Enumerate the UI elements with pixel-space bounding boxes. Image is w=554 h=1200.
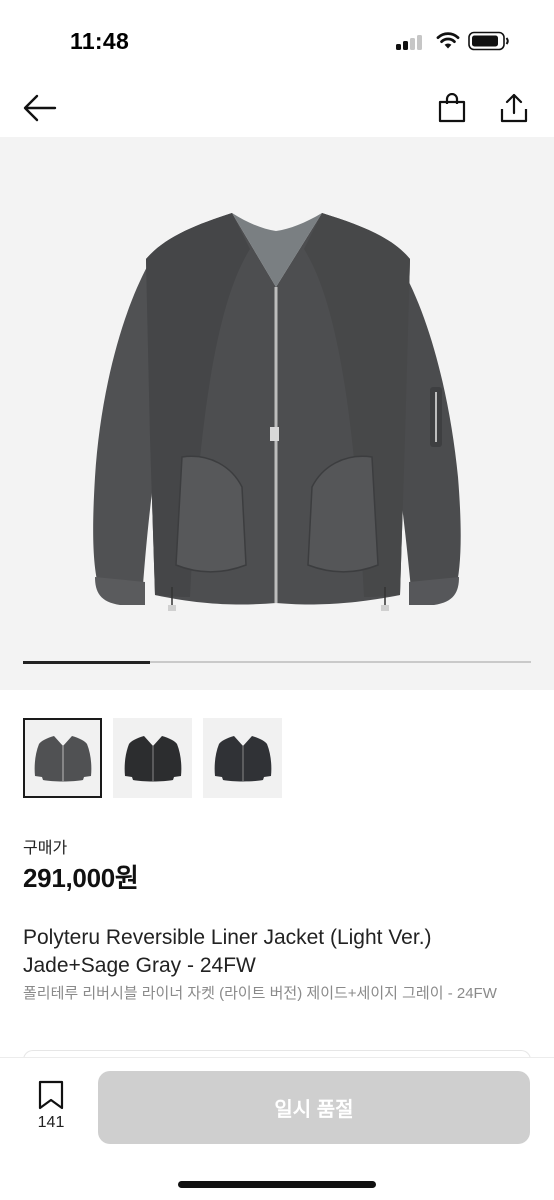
thumbnail-3[interactable] (203, 718, 282, 798)
thumbnail-image (124, 736, 181, 782)
product-title-korean: 폴리테루 리버시블 라이너 자켓 (라이트 버전) 제이드+세이지 그레이 - … (23, 985, 497, 1002)
shopping-bag-icon (438, 93, 466, 123)
product-title-english: Polyteru Reversible Liner Jacket (Light … (23, 926, 432, 977)
status-bar: 11:48 (0, 0, 554, 80)
wifi-icon (436, 30, 460, 50)
bottom-action-bar: 141 일시 품절 (0, 1057, 554, 1200)
share-button[interactable] (494, 88, 534, 128)
thumbnail-strip (23, 718, 282, 800)
wishlist-button[interactable]: 141 (28, 1080, 74, 1136)
cellular-signal-icon (396, 34, 424, 50)
gallery-progress-track (23, 660, 531, 664)
back-arrow-icon (23, 94, 57, 122)
back-button[interactable] (20, 88, 60, 128)
bookmark-icon (38, 1080, 64, 1110)
shopping-bag-button[interactable] (432, 88, 472, 128)
thumbnail-image (214, 736, 271, 782)
price-value: 291,000원 (23, 863, 139, 893)
status-time: 11:48 (70, 28, 130, 54)
product-image (93, 213, 461, 611)
thumbnail-1[interactable] (23, 718, 102, 798)
share-icon (500, 93, 528, 123)
price-label: 구매가 (23, 840, 68, 857)
thumbnail-2[interactable] (113, 718, 192, 798)
product-image-gallery[interactable] (0, 137, 554, 690)
battery-icon (468, 31, 510, 51)
wishlist-count: 141 (37, 1114, 65, 1131)
thumbnail-image (34, 736, 91, 782)
top-navigation (0, 80, 554, 136)
home-indicator (178, 1181, 376, 1188)
temporarily-sold-out-button[interactable]: 일시 품절 (98, 1071, 530, 1144)
gallery-progress-indicator (23, 660, 150, 664)
